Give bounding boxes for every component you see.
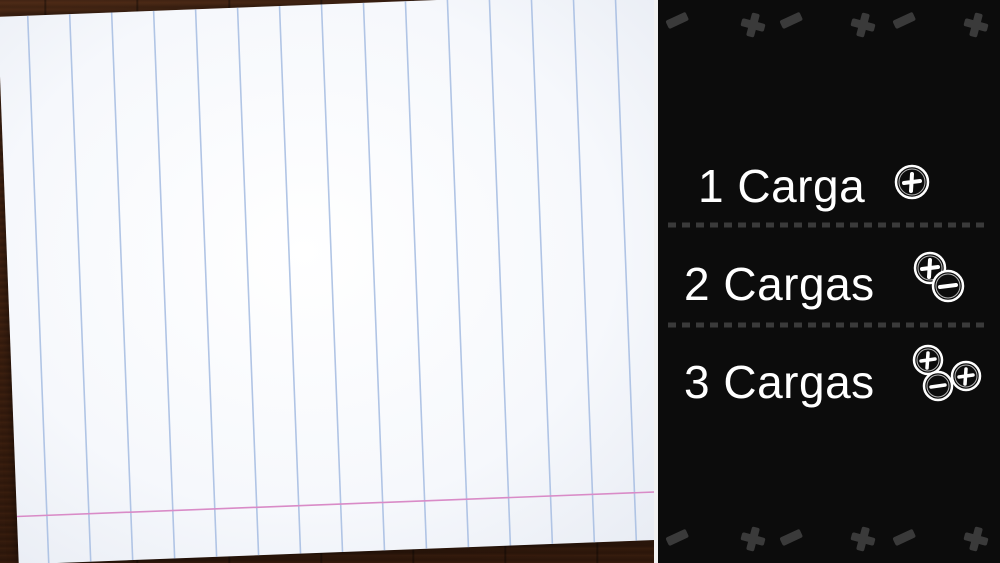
charge-row-2: 2 Cargas (658, 248, 1000, 318)
margin-line (16, 490, 677, 518)
plus-minus-charges-icon (913, 251, 965, 303)
charge-label: 2 Cargas (684, 258, 875, 310)
plus-charge-icon (950, 360, 982, 392)
slide-canvas: 1 Carga 2 Cargas 3 Cargas (0, 0, 1000, 563)
lined-paper-sheet (0, 0, 679, 563)
charge-row-1: 1 Carga (658, 150, 1000, 220)
paper-rules (16, 0, 677, 563)
vertical-rule-lines (26, 0, 638, 563)
three-charges-icon (912, 344, 982, 402)
charges-panel: 1 Carga 2 Cargas 3 Cargas (658, 0, 1000, 563)
top-charge-pattern (665, 12, 989, 38)
pattern-shapes (665, 12, 989, 38)
pattern-shapes (665, 526, 989, 552)
bottom-charge-pattern (665, 526, 989, 552)
row-separator (668, 222, 990, 228)
plus-charge-icon (894, 164, 930, 200)
minus-charge-icon (931, 269, 965, 303)
charge-row-3: 3 Cargas (658, 344, 1000, 416)
plus-charge-icon (912, 344, 944, 376)
row-separator (668, 322, 990, 328)
wood-background (0, 0, 679, 563)
charge-label: 3 Cargas (684, 356, 875, 408)
charge-label: 1 Carga (698, 160, 866, 212)
minus-charge-icon (922, 370, 954, 402)
